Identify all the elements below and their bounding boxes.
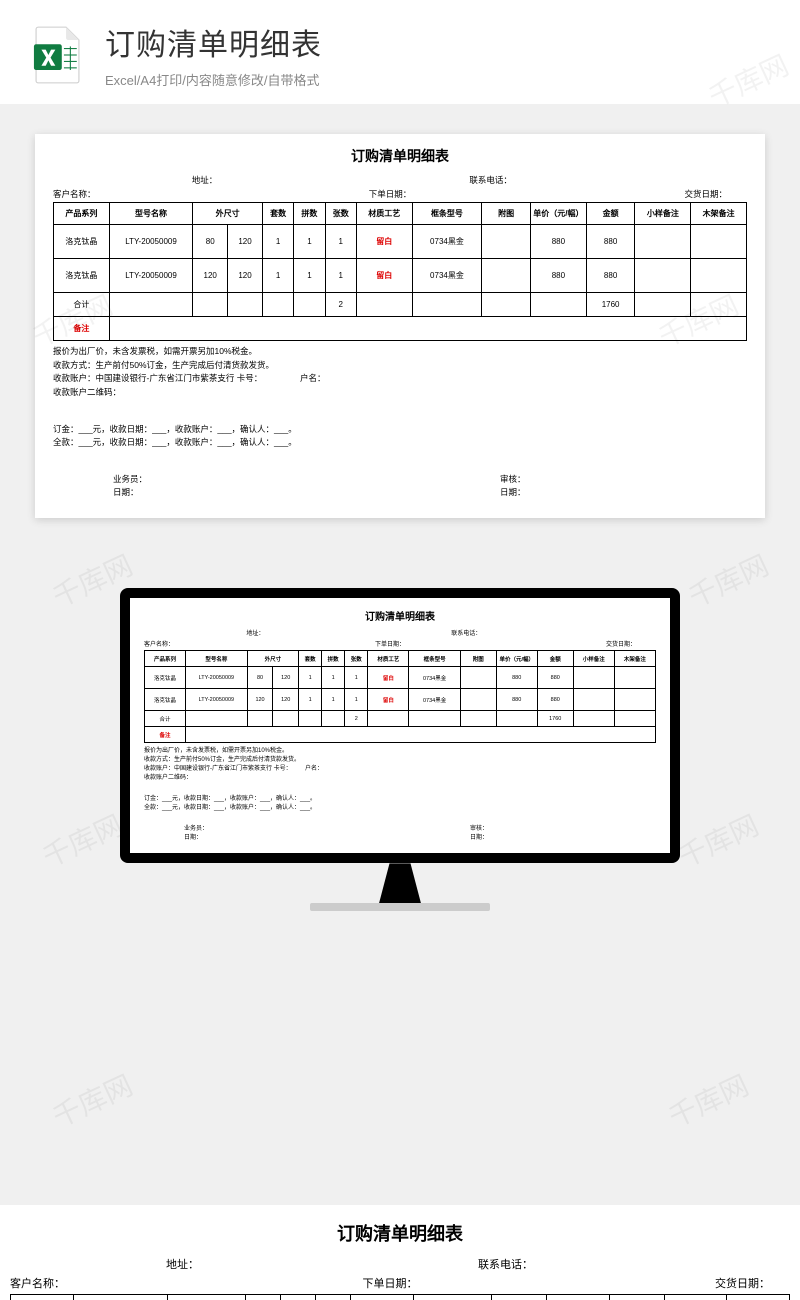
total-label: 合计 <box>54 293 110 317</box>
order-date-label: 下单日期： <box>278 188 503 200</box>
watermark: 千库网 <box>45 1064 138 1136</box>
review-label: 审核： <box>360 473 747 486</box>
pay-line: 全款：___元，收款日期：___，收款账户：___，确认人：___。 <box>53 436 747 449</box>
addr-label: 地址： <box>192 174 331 186</box>
col-model: 型号名称 <box>109 203 193 225</box>
sheet-title: 订购清单明细表 <box>53 146 747 166</box>
col-sets: 套数 <box>262 203 293 225</box>
date-label: 日期： <box>53 486 360 499</box>
col-frame: 框条型号 <box>412 203 482 225</box>
payment-block: 订金：___元，收款日期：___，收款账户：___，确认人：___。 全款：__… <box>53 423 747 449</box>
customer-label: 客户名称： <box>53 188 278 200</box>
remark-label: 备注 <box>54 317 110 341</box>
watermark: 千库网 <box>661 1064 754 1136</box>
notes-block: 报价为出厂价，未含发票税，如需开票另加10%税金。 收款方式：生产前付50%订金… <box>53 345 747 399</box>
note-line: 收款账户二维码： <box>53 386 747 400</box>
col-amount: 金额 <box>586 203 635 225</box>
table-header-row: 产品系列 型号名称 外尺寸 套数 拼数 张数 材质工艺 框条型号 附图 单价（元… <box>54 203 747 225</box>
note-line: 报价为出厂价，未含发票税，如需开票另加10%税金。 <box>53 345 747 359</box>
monitor-mockup: 订购清单明细表 地址：联系电话： 客户名称：下单日期：交货日期： 产品系列型号名… <box>0 548 800 971</box>
page-title: 订购清单明细表 <box>105 20 322 64</box>
col-pin: 拼数 <box>294 203 325 225</box>
table-total-row: 合计21760 <box>54 293 747 317</box>
note-line: 收款方式：生产前付50%订金，生产完成后付清货款发货。 <box>53 359 747 373</box>
pay-line: 订金：___元，收款日期：___，收款账户：___，确认人：___。 <box>53 423 747 436</box>
table-row: 洛克钛晶LTY-2005000980120111留白0734黑金880880 <box>54 225 747 259</box>
col-note2: 木架备注 <box>691 203 747 225</box>
order-table: 产品系列 型号名称 外尺寸 套数 拼数 张数 材质工艺 框条型号 附图 单价（元… <box>53 202 747 341</box>
col-series: 产品系列 <box>54 203 110 225</box>
info-row-2: 客户名称： 下单日期： 交货日期： <box>53 188 747 200</box>
excel-icon <box>30 25 85 85</box>
deliver-label: 交货日期： <box>502 188 747 200</box>
col-sheets: 张数 <box>325 203 356 225</box>
date-label: 日期： <box>360 486 747 499</box>
page-header: 订购清单明细表 Excel/A4打印/内容随意修改/自带格式 <box>0 0 800 104</box>
note-line: 收款账户：中国建设银行-广东省江门市紫茶支行 卡号： 户名： <box>53 372 747 386</box>
phone-label: 联系电话： <box>469 174 608 186</box>
col-img: 附图 <box>482 203 531 225</box>
table-remark-row: 备注 <box>54 317 747 341</box>
col-craft: 材质工艺 <box>356 203 412 225</box>
sales-label: 业务员： <box>53 473 360 486</box>
preview-zone: 订购清单明细表 地址： 联系电话： 客户名称： 下单日期： 交货日期： 产品系列… <box>0 104 800 548</box>
col-price: 单价（元/幅） <box>531 203 587 225</box>
page-subtitle: Excel/A4打印/内容随意修改/自带格式 <box>105 70 322 89</box>
info-row-1: 地址： 联系电话： <box>53 174 747 186</box>
order-sheet: 订购清单明细表 地址： 联系电话： 客户名称： 下单日期： 交货日期： 产品系列… <box>35 134 765 518</box>
header-text: 订购清单明细表 Excel/A4打印/内容随意修改/自带格式 <box>105 20 322 89</box>
col-size: 外尺寸 <box>193 203 263 225</box>
bottom-crop-sheet: 订购清单明细表 地址：联系电话： 客户名称：下单日期：交货日期： 产品系列型号名… <box>0 1205 800 1300</box>
table-row: 洛克钛晶LTY-20050009120120111留白0734黑金880880 <box>54 259 747 293</box>
col-note1: 小样备注 <box>635 203 691 225</box>
signature-block: 业务员： 审核： 日期： 日期： <box>53 473 747 499</box>
